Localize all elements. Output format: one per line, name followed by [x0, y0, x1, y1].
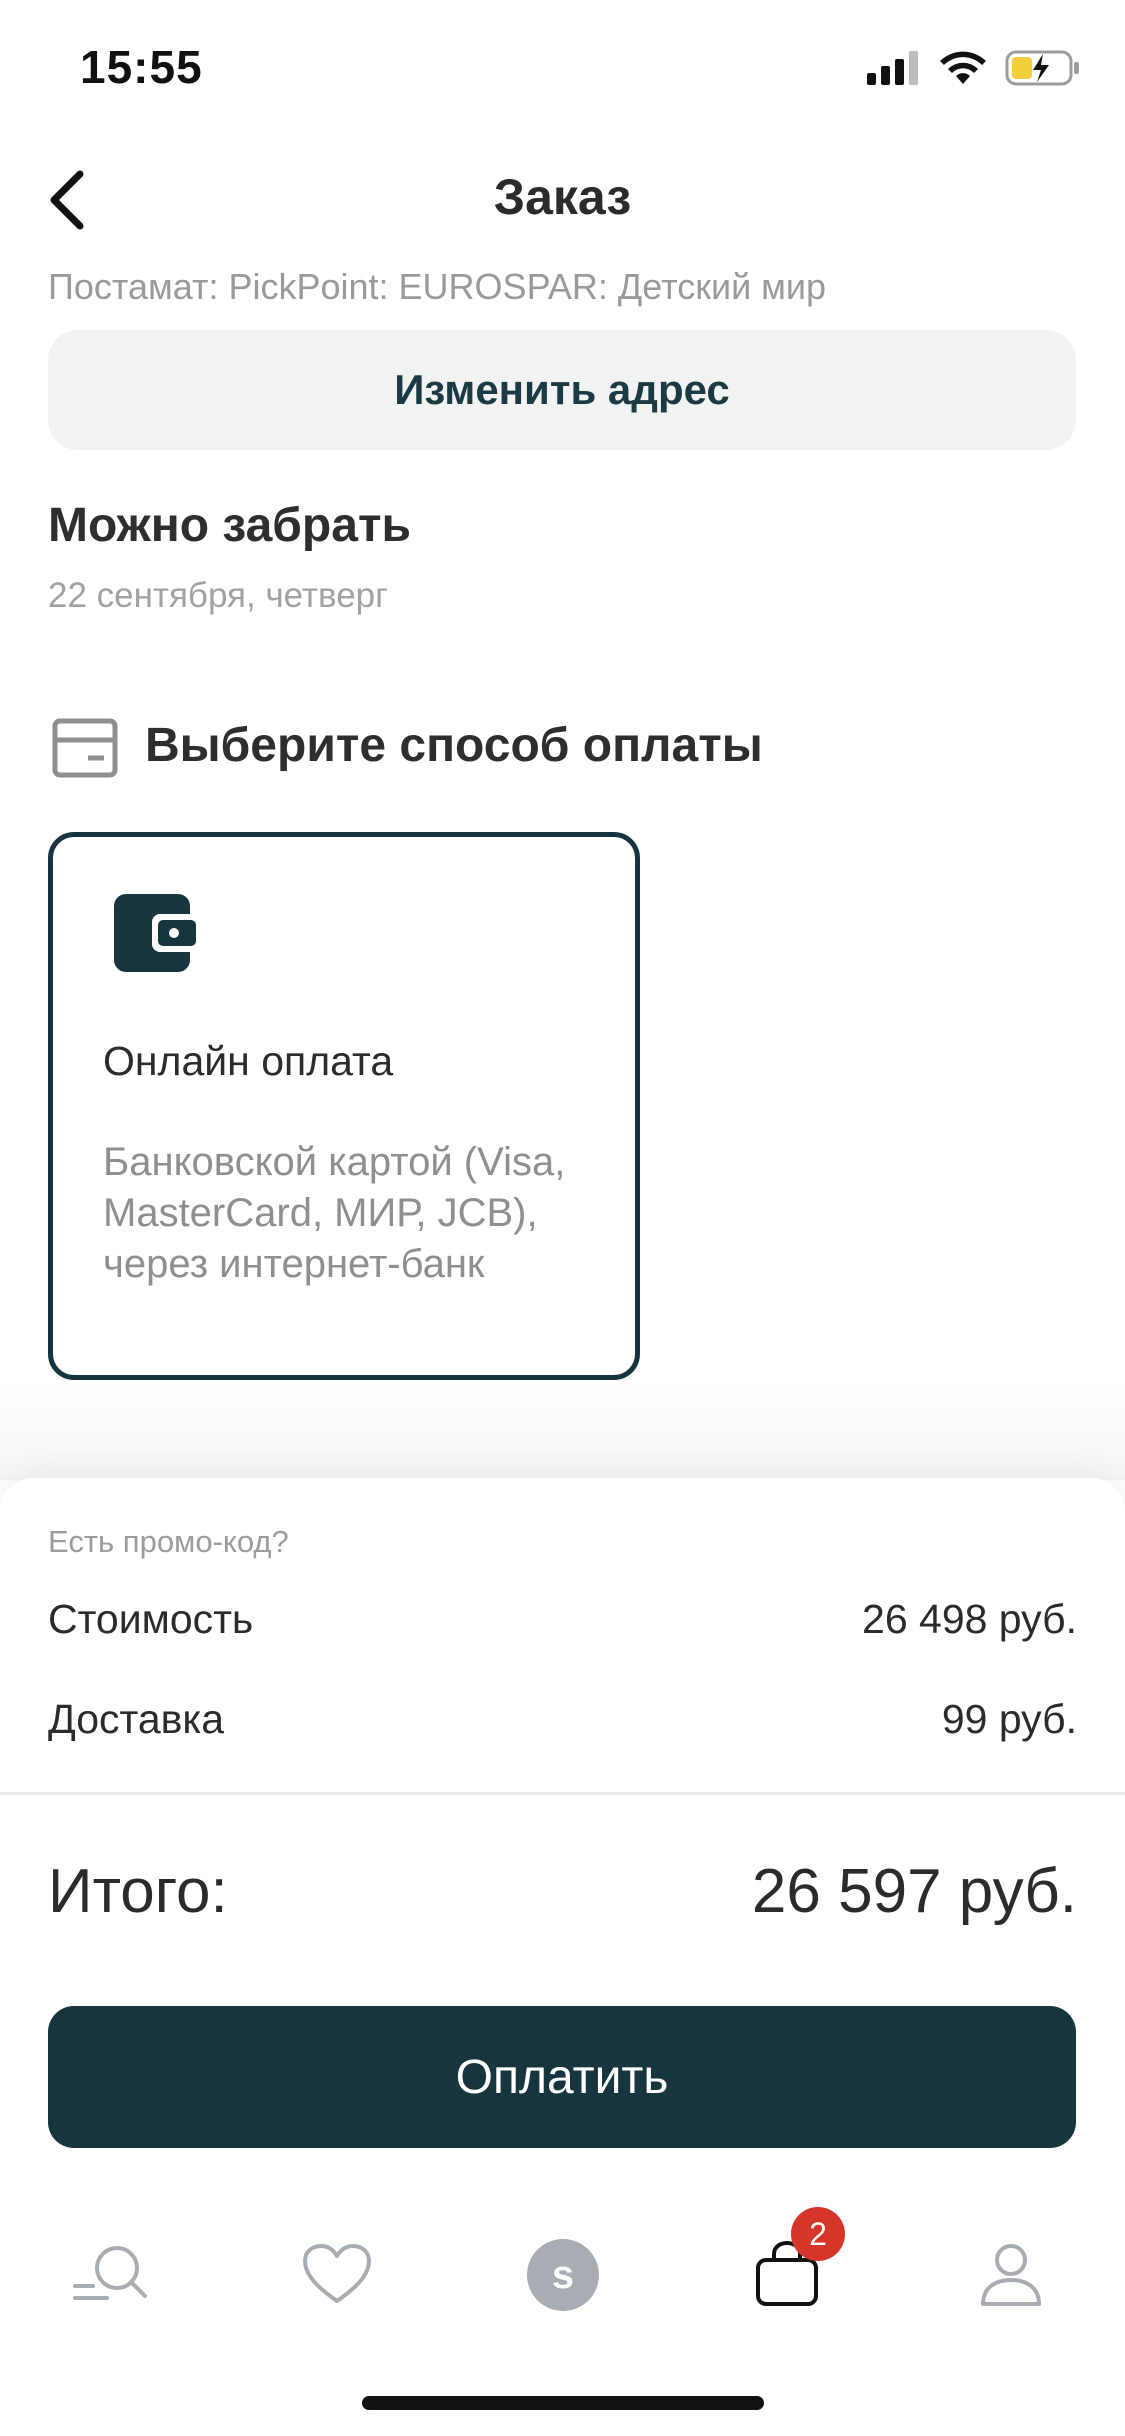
pickup-title: Можно забрать	[48, 499, 411, 552]
cart-badge: 2	[791, 2207, 845, 2261]
change-address-button[interactable]: Изменить адрес	[48, 330, 1076, 450]
pickup-date: 22 сентября, четверг	[48, 576, 388, 615]
brand-s-glyph: s	[551, 2252, 575, 2297]
pay-button[interactable]: Оплатить	[48, 2006, 1076, 2148]
cost-value: 26 498 руб.	[862, 1596, 1077, 1642]
tab-spar[interactable]: s	[508, 2220, 618, 2330]
payment-section-title: Выберите способ оплаты	[145, 719, 763, 772]
delivery-label: Доставка	[48, 1696, 225, 1742]
battery-charging-icon	[1005, 50, 1079, 86]
delivery-value: 99 руб.	[941, 1696, 1077, 1742]
search-icon	[73, 2246, 147, 2300]
payment-option-title: Онлайн оплата	[103, 1038, 394, 1084]
sheet-shadow	[0, 1380, 1125, 1480]
page-title: Заказ	[493, 169, 632, 225]
tab-favorites[interactable]	[282, 2220, 392, 2330]
cost-label: Стоимость	[48, 1596, 254, 1642]
user-icon	[981, 2244, 1041, 2306]
status-time: 15:55	[80, 41, 203, 93]
delivery-address: Постамат: PickPoint: EUROSPAR: Детский м…	[48, 266, 827, 307]
cellular-signal-icon	[867, 51, 918, 85]
brand-s-icon: s	[527, 2239, 599, 2311]
total-value: 26 597 руб.	[751, 1857, 1077, 1926]
promo-code-link[interactable]: Есть промо-код?	[48, 1524, 289, 1560]
card-icon	[52, 718, 118, 778]
payment-option-description: Банковской картой (Visa, MasterCard, МИР…	[103, 1140, 566, 1286]
tab-search[interactable]	[58, 2220, 168, 2330]
home-indicator	[362, 2396, 764, 2410]
wifi-icon	[940, 51, 986, 84]
divider	[0, 1792, 1125, 1795]
tab-profile[interactable]	[956, 2220, 1066, 2330]
wallet-icon	[114, 894, 200, 972]
total-label: Итого:	[48, 1857, 228, 1926]
heart-icon	[303, 2244, 371, 2303]
status-icons	[867, 48, 1081, 88]
